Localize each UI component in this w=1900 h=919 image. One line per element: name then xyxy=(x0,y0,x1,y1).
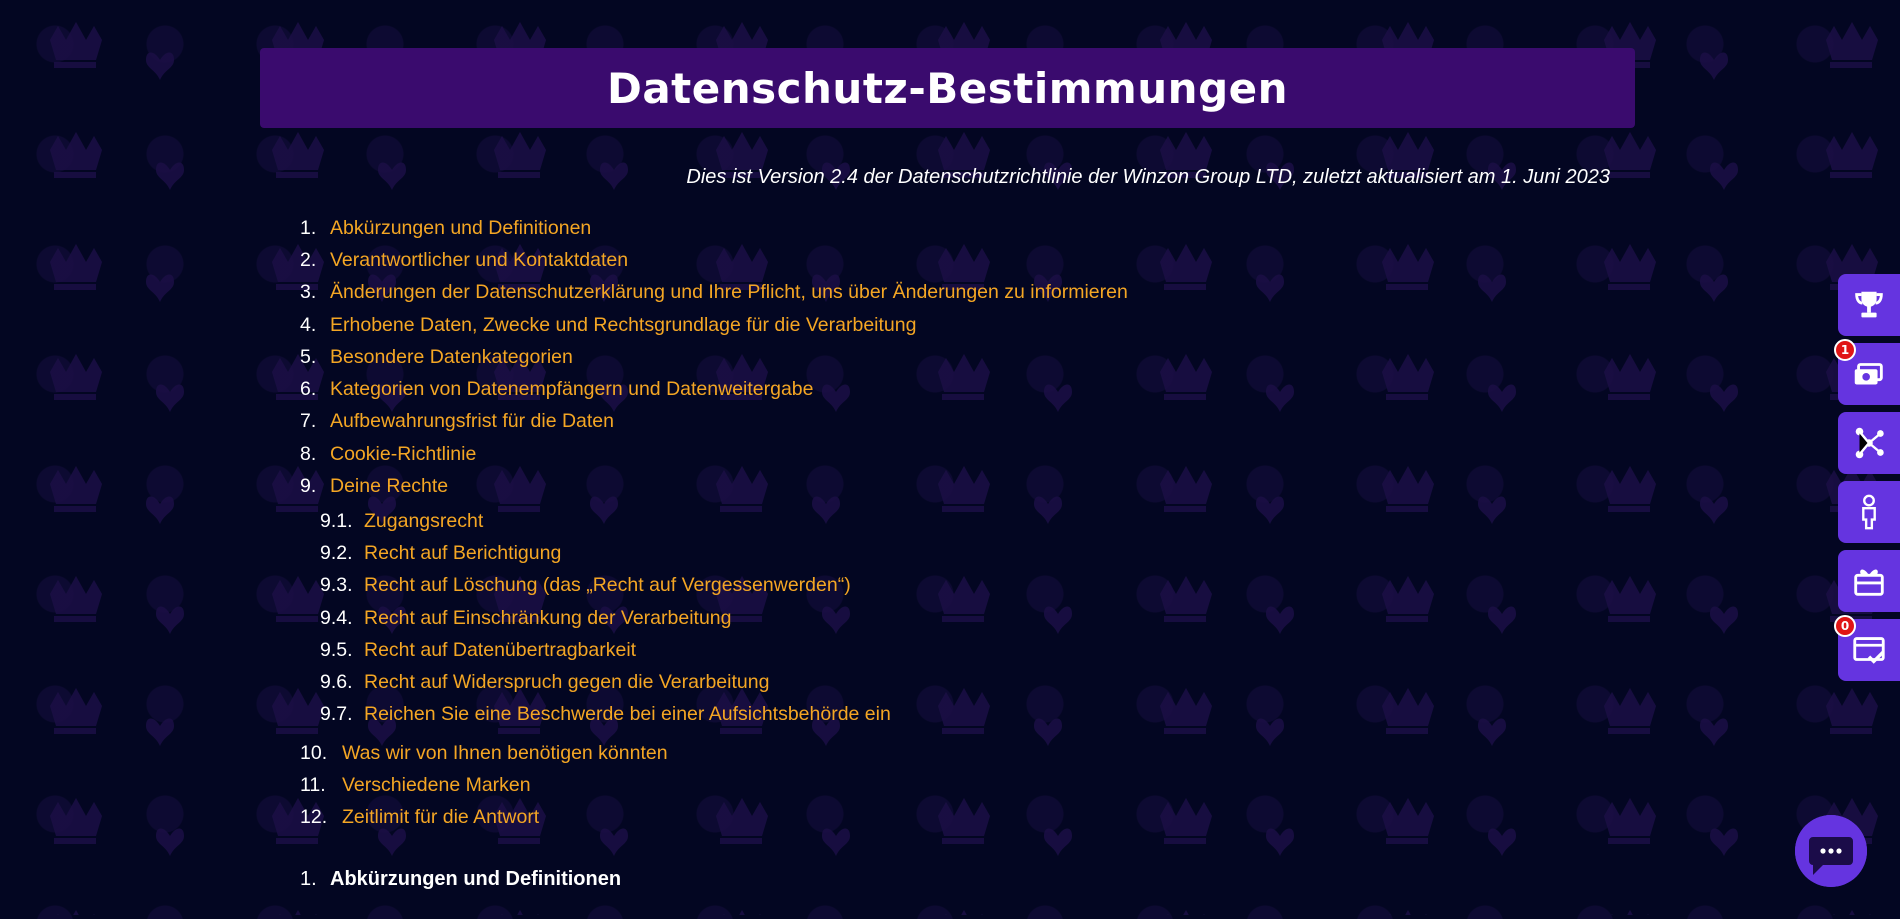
chat-button[interactable] xyxy=(1795,815,1867,887)
toc-link-beschwerde[interactable]: Reichen Sie eine Beschwerde bei einer Au… xyxy=(364,703,891,726)
toc-subitem: 9.3. Recht auf Löschung (das „Recht auf V… xyxy=(320,570,891,602)
toc-link-verschiedene-marken[interactable]: Verschiedene Marken xyxy=(342,774,531,797)
bonus-button[interactable] xyxy=(1838,550,1900,612)
toc-item: 7. Aufbewahrungsfrist für die Daten xyxy=(300,406,1128,438)
toc-item-number: 8. xyxy=(300,442,317,465)
toc-link-loeschung[interactable]: Recht auf Löschung (das „Recht auf Verge… xyxy=(364,574,851,597)
toc-subitem-number: 9.4. xyxy=(320,606,353,629)
toc-subitem-number: 9.2. xyxy=(320,541,353,564)
network-button[interactable] xyxy=(1838,412,1900,474)
section-heading: 1. Abkürzungen und Definitionen xyxy=(300,868,621,891)
toc-link-datenuebertragbarkeit[interactable]: Recht auf Datenübertragbarkeit xyxy=(364,639,636,662)
toc-item: 11. Verschiedene Marken xyxy=(300,769,668,801)
toc-subitem: 9.2. Recht auf Berichtigung xyxy=(320,537,891,569)
table-of-contents-end: 10. Was wir von Ihnen benötigen könnten 1… xyxy=(300,737,668,834)
toc-item-number: 7. xyxy=(300,410,317,433)
toc-item-number: 5. xyxy=(300,345,317,368)
tasks-button[interactable]: 0 xyxy=(1834,615,1900,681)
table-of-contents-subsection: 9.1. Zugangsrecht 9.2. Recht auf Berichtig… xyxy=(320,505,891,731)
toc-link-aenderungen[interactable]: Änderungen der Datenschutzerklärung und … xyxy=(330,281,1128,304)
toc-subitem-number: 9.3. xyxy=(320,574,353,597)
toc-link-was-wir-benoetigen[interactable]: Was wir von Ihnen benötigen könnten xyxy=(342,742,668,765)
toc-item-number: 11. xyxy=(300,773,326,796)
toc-link-verantwortlicher[interactable]: Verantwortlicher und Kontaktdaten xyxy=(330,249,628,272)
toc-item: 4. Erhobene Daten, Zwecke und Rechtsgrund… xyxy=(300,309,1128,341)
gift-icon xyxy=(1854,569,1884,596)
toc-subitem: 9.6. Recht auf Widerspruch gegen die Vera… xyxy=(320,666,891,698)
toc-link-abkuerzungen[interactable]: Abkürzungen und Definitionen xyxy=(330,217,591,240)
toc-item-number: 12. xyxy=(300,806,328,829)
toc-subitem-number: 9.7. xyxy=(320,703,353,726)
toc-subitem: 9.1. Zugangsrecht xyxy=(320,505,891,537)
toc-item-number: 10. xyxy=(300,741,328,764)
toc-subitem-number: 9.5. xyxy=(320,638,353,661)
side-toolbar: 1 0 xyxy=(1834,274,1900,688)
toc-item-number: 4. xyxy=(300,313,317,336)
cash-button[interactable]: 1 xyxy=(1834,339,1900,405)
toc-link-erhobene-daten[interactable]: Erhobene Daten, Zwecke und Rechtsgrundla… xyxy=(330,314,916,337)
network-icon xyxy=(1855,427,1884,459)
toc-subitem: 9.5. Recht auf Datenübertragbarkeit xyxy=(320,634,891,666)
toc-subitem: 9.7. Reichen Sie eine Beschwerde bei eine… xyxy=(320,699,891,731)
person-icon xyxy=(1862,494,1876,530)
toc-item: 8. Cookie-Richtlinie xyxy=(300,438,1128,470)
toc-item: 5. Besondere Datenkategorien xyxy=(300,341,1128,373)
toc-link-berichtigung[interactable]: Recht auf Berichtigung xyxy=(364,542,561,565)
toc-link-widerspruch[interactable]: Recht auf Widerspruch gegen die Verarbei… xyxy=(364,671,769,694)
money-icon xyxy=(1854,363,1883,385)
toc-item-number: 3. xyxy=(300,281,317,304)
trophy-button[interactable] xyxy=(1838,274,1900,336)
trophy-icon xyxy=(1855,291,1883,318)
toc-link-kategorien-empfaenger[interactable]: Kategorien von Datenempfängern und Daten… xyxy=(330,378,814,401)
checklist-card-icon xyxy=(1853,637,1885,664)
page-title: Datenschutz-Bestimmungen xyxy=(606,63,1289,113)
cash-badge: 1 xyxy=(1834,339,1856,361)
version-note: Dies ist Version 2.4 der Datenschutzrich… xyxy=(686,166,1610,188)
toc-link-einschraenkung[interactable]: Recht auf Einschränkung der Verarbeitung xyxy=(364,607,731,630)
tasks-badge: 0 xyxy=(1834,615,1856,637)
toc-item-number: 6. xyxy=(300,378,317,401)
toc-link-deine-rechte[interactable]: Deine Rechte xyxy=(330,475,448,498)
chat-bubble-icon xyxy=(1795,815,1867,887)
toc-item: 12. Zeitlimit für die Antwort xyxy=(300,802,668,834)
page-title-bar: Datenschutz-Bestimmungen xyxy=(260,48,1635,128)
section-number: 1. xyxy=(300,868,317,890)
table-of-contents: 1. Abkürzungen und Definitionen 2. Verantw… xyxy=(300,212,1128,503)
toc-item: 2. Verantwortlicher und Kontaktdaten xyxy=(300,244,1128,276)
toc-item-number: 9. xyxy=(300,475,317,498)
toc-item-number: 1. xyxy=(300,216,317,239)
profile-button[interactable] xyxy=(1838,481,1900,543)
toc-subitem-number: 9.1. xyxy=(320,509,353,532)
toc-link-aufbewahrungsfrist[interactable]: Aufbewahrungsfrist für die Daten xyxy=(330,410,614,433)
toc-item: 3. Änderungen der Datenschutzerklärung un… xyxy=(300,277,1128,309)
toc-item: 10. Was wir von Ihnen benötigen könnten xyxy=(300,737,668,769)
toc-item: 1. Abkürzungen und Definitionen xyxy=(300,212,1128,244)
toc-item: 6. Kategorien von Datenempfängern und Dat… xyxy=(300,373,1128,405)
section-title: Abkürzungen und Definitionen xyxy=(330,868,622,890)
toc-link-besondere-datenkategorien[interactable]: Besondere Datenkategorien xyxy=(330,346,573,369)
toc-link-zugangsrecht[interactable]: Zugangsrecht xyxy=(364,510,483,533)
toc-link-zeitlimit[interactable]: Zeitlimit für die Antwort xyxy=(342,806,539,829)
toc-link-cookie-richtlinie[interactable]: Cookie-Richtlinie xyxy=(330,443,476,466)
toc-item: 9. Deine Rechte xyxy=(300,470,1128,502)
toc-subitem-number: 9.6. xyxy=(320,671,353,694)
toc-item-number: 2. xyxy=(300,248,317,271)
toc-subitem: 9.4. Recht auf Einschränkung der Verarbei… xyxy=(320,602,891,634)
